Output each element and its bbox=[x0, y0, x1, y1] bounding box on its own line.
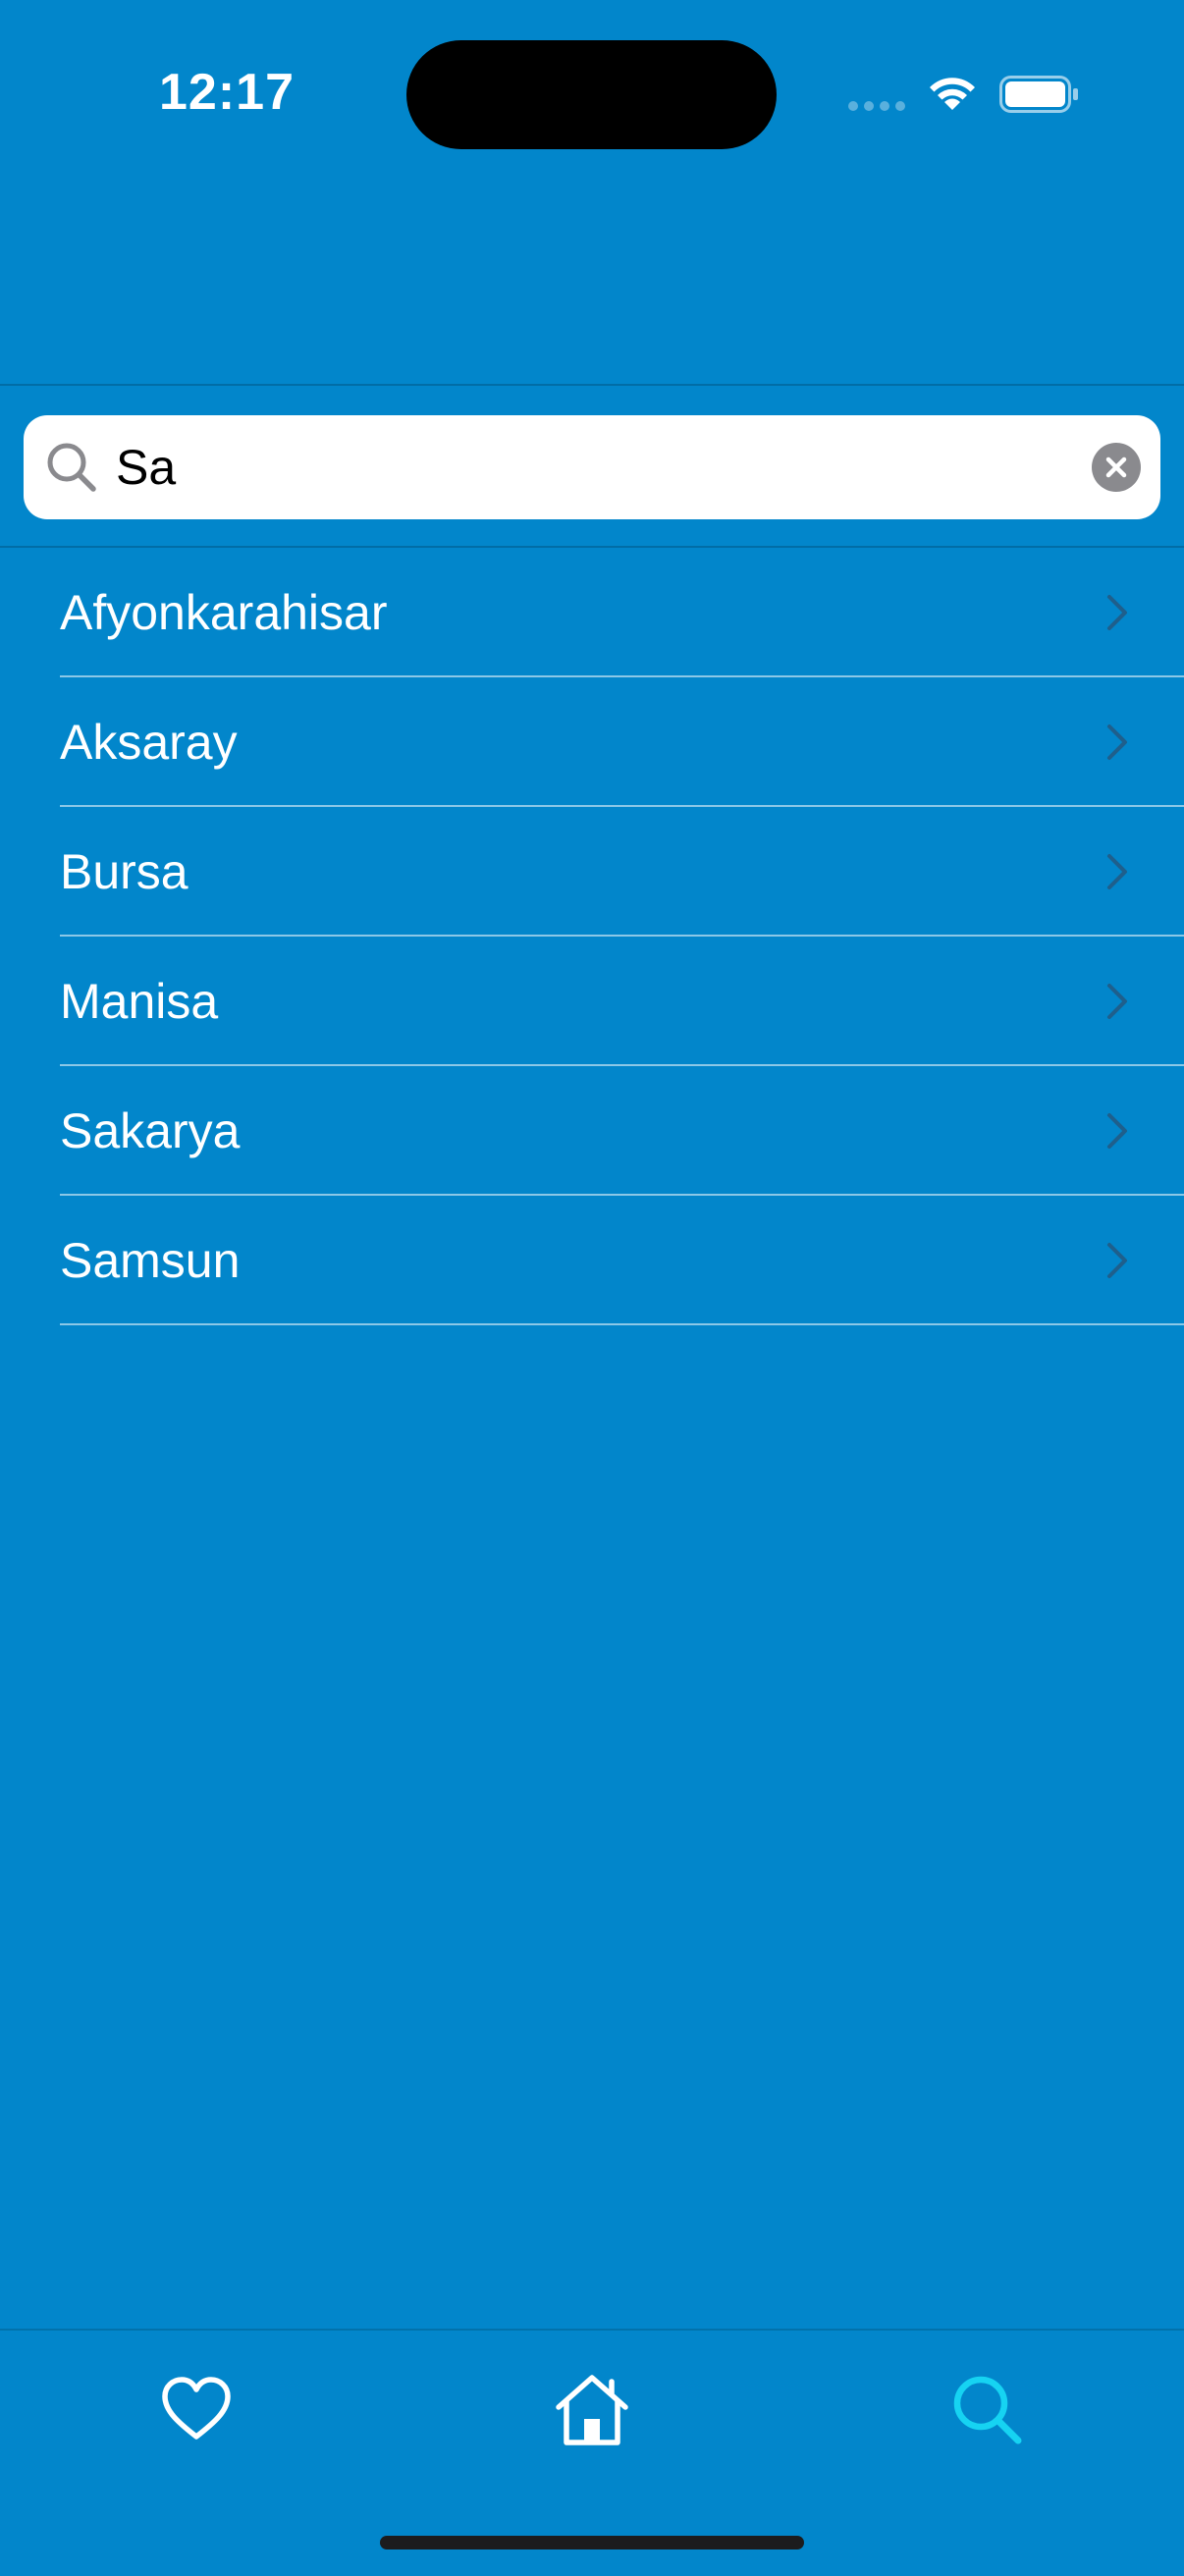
list-item-label: Manisa bbox=[60, 974, 219, 1029]
list-item[interactable]: Manisa bbox=[60, 937, 1184, 1066]
list-item-label: Sakarya bbox=[60, 1103, 241, 1158]
cellular-signal-icon bbox=[848, 101, 905, 111]
battery-icon bbox=[999, 76, 1078, 113]
chevron-right-icon bbox=[1107, 984, 1127, 1019]
search-icon bbox=[953, 2376, 1022, 2444]
chevron-right-icon bbox=[1107, 1243, 1127, 1278]
wifi-icon bbox=[930, 78, 975, 110]
list-item[interactable]: Bursa bbox=[60, 807, 1184, 937]
chevron-right-icon bbox=[1107, 724, 1127, 760]
heart-icon bbox=[162, 2377, 231, 2440]
close-icon bbox=[1105, 456, 1127, 478]
dynamic-island bbox=[406, 40, 777, 149]
list-item-label: Afyonkarahisar bbox=[60, 585, 388, 640]
search-input[interactable]: Sa bbox=[24, 415, 1160, 519]
list-item-label: Aksaray bbox=[60, 715, 238, 770]
home-indicator bbox=[380, 2536, 804, 2549]
list-item-label: Bursa bbox=[60, 844, 188, 899]
chevron-right-icon bbox=[1107, 1113, 1127, 1149]
search-input-value[interactable]: Sa bbox=[116, 439, 176, 496]
tab-favorites[interactable] bbox=[137, 2350, 255, 2468]
house-icon bbox=[556, 2375, 628, 2445]
clear-search-button[interactable] bbox=[1092, 443, 1141, 492]
results-list: Afyonkarahisar Aksaray Bursa Manisa Saka… bbox=[0, 548, 1184, 1325]
list-item[interactable]: Samsun bbox=[60, 1196, 1184, 1325]
search-icon bbox=[47, 443, 96, 492]
list-item-label: Samsun bbox=[60, 1233, 241, 1288]
chevron-right-icon bbox=[1107, 854, 1127, 889]
list-item[interactable]: Afyonkarahisar bbox=[60, 548, 1184, 677]
list-item[interactable]: Aksaray bbox=[60, 677, 1184, 807]
tab-home[interactable] bbox=[533, 2350, 651, 2468]
search-bar-container: Sa bbox=[0, 384, 1184, 548]
chevron-right-icon bbox=[1107, 595, 1127, 630]
tab-search[interactable] bbox=[928, 2350, 1046, 2468]
status-time: 12:17 bbox=[159, 64, 295, 121]
list-item[interactable]: Sakarya bbox=[60, 1066, 1184, 1196]
status-bar: 12:17 bbox=[0, 0, 1184, 187]
